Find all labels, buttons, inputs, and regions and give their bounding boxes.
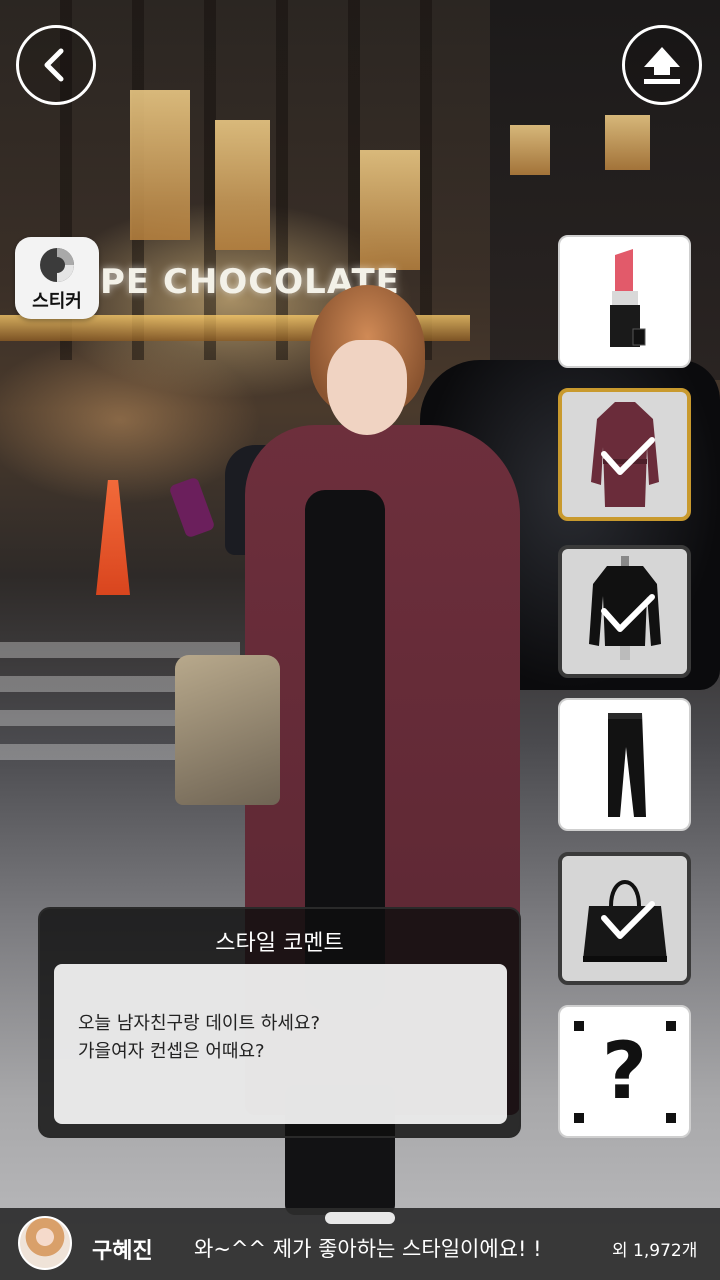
item-black-top[interactable]: [558, 545, 691, 678]
style-comment-title: 스타일 코멘트: [215, 931, 344, 956]
face: [327, 340, 407, 435]
check-icon: [601, 594, 655, 632]
item-trench-coat[interactable]: [558, 388, 691, 521]
jeans-icon: [607, 713, 646, 817]
commenter-name: 구혜진: [92, 1239, 153, 1264]
lit-window: [605, 115, 650, 170]
traffic-cone: [96, 480, 130, 595]
style-comment-panel: 스타일 코멘트 오늘 남자친구랑 데이트 하세요? 가을여자 컨셉은 어때요?: [38, 907, 521, 1138]
item-mystery[interactable]: ?: [558, 1005, 691, 1138]
item-tote-bag[interactable]: [558, 852, 691, 985]
lit-window: [215, 120, 270, 250]
sticker-label: 스티커: [32, 291, 82, 312]
lipstick-icon: [609, 248, 645, 347]
item-black-jeans[interactable]: [558, 698, 691, 831]
item-lipstick[interactable]: [558, 235, 691, 368]
style-comment-line: 가을여자 컨셉은 어때요?: [78, 1041, 265, 1062]
check-icon: [601, 901, 655, 939]
chevron-left-icon: [44, 48, 64, 82]
avatar[interactable]: [18, 1216, 72, 1270]
lit-window: [360, 150, 420, 270]
check-icon: [601, 437, 655, 475]
back-button[interactable]: [16, 25, 96, 105]
style-comment-body: 오늘 남자친구랑 데이트 하세요? 가을여자 컨셉은 어때요?: [54, 964, 507, 1124]
comment-count[interactable]: 외 1,972개: [612, 1236, 697, 1261]
upload-button[interactable]: [622, 25, 702, 105]
lit-window: [510, 125, 550, 175]
style-comment-line: 오늘 남자친구랑 데이트 하세요?: [78, 1013, 320, 1034]
shoulder-bag: [175, 655, 280, 805]
photo-view: PE CHOCOLATE 스티커 ? 스타일 코멘트 오늘 남자친구랑 데이트 …: [0, 0, 720, 1280]
upload-arrow-icon: [644, 47, 680, 84]
phone: [168, 476, 216, 539]
sticker-button[interactable]: 스티커: [15, 237, 99, 319]
comment-text: 와~^^ 제가 좋아하는 스타일이에요! !: [194, 1237, 542, 1261]
page-curl-icon: [40, 248, 74, 282]
corner-markers-icon: [574, 1021, 676, 1123]
lit-window: [130, 90, 190, 240]
drag-handle[interactable]: [325, 1212, 395, 1224]
